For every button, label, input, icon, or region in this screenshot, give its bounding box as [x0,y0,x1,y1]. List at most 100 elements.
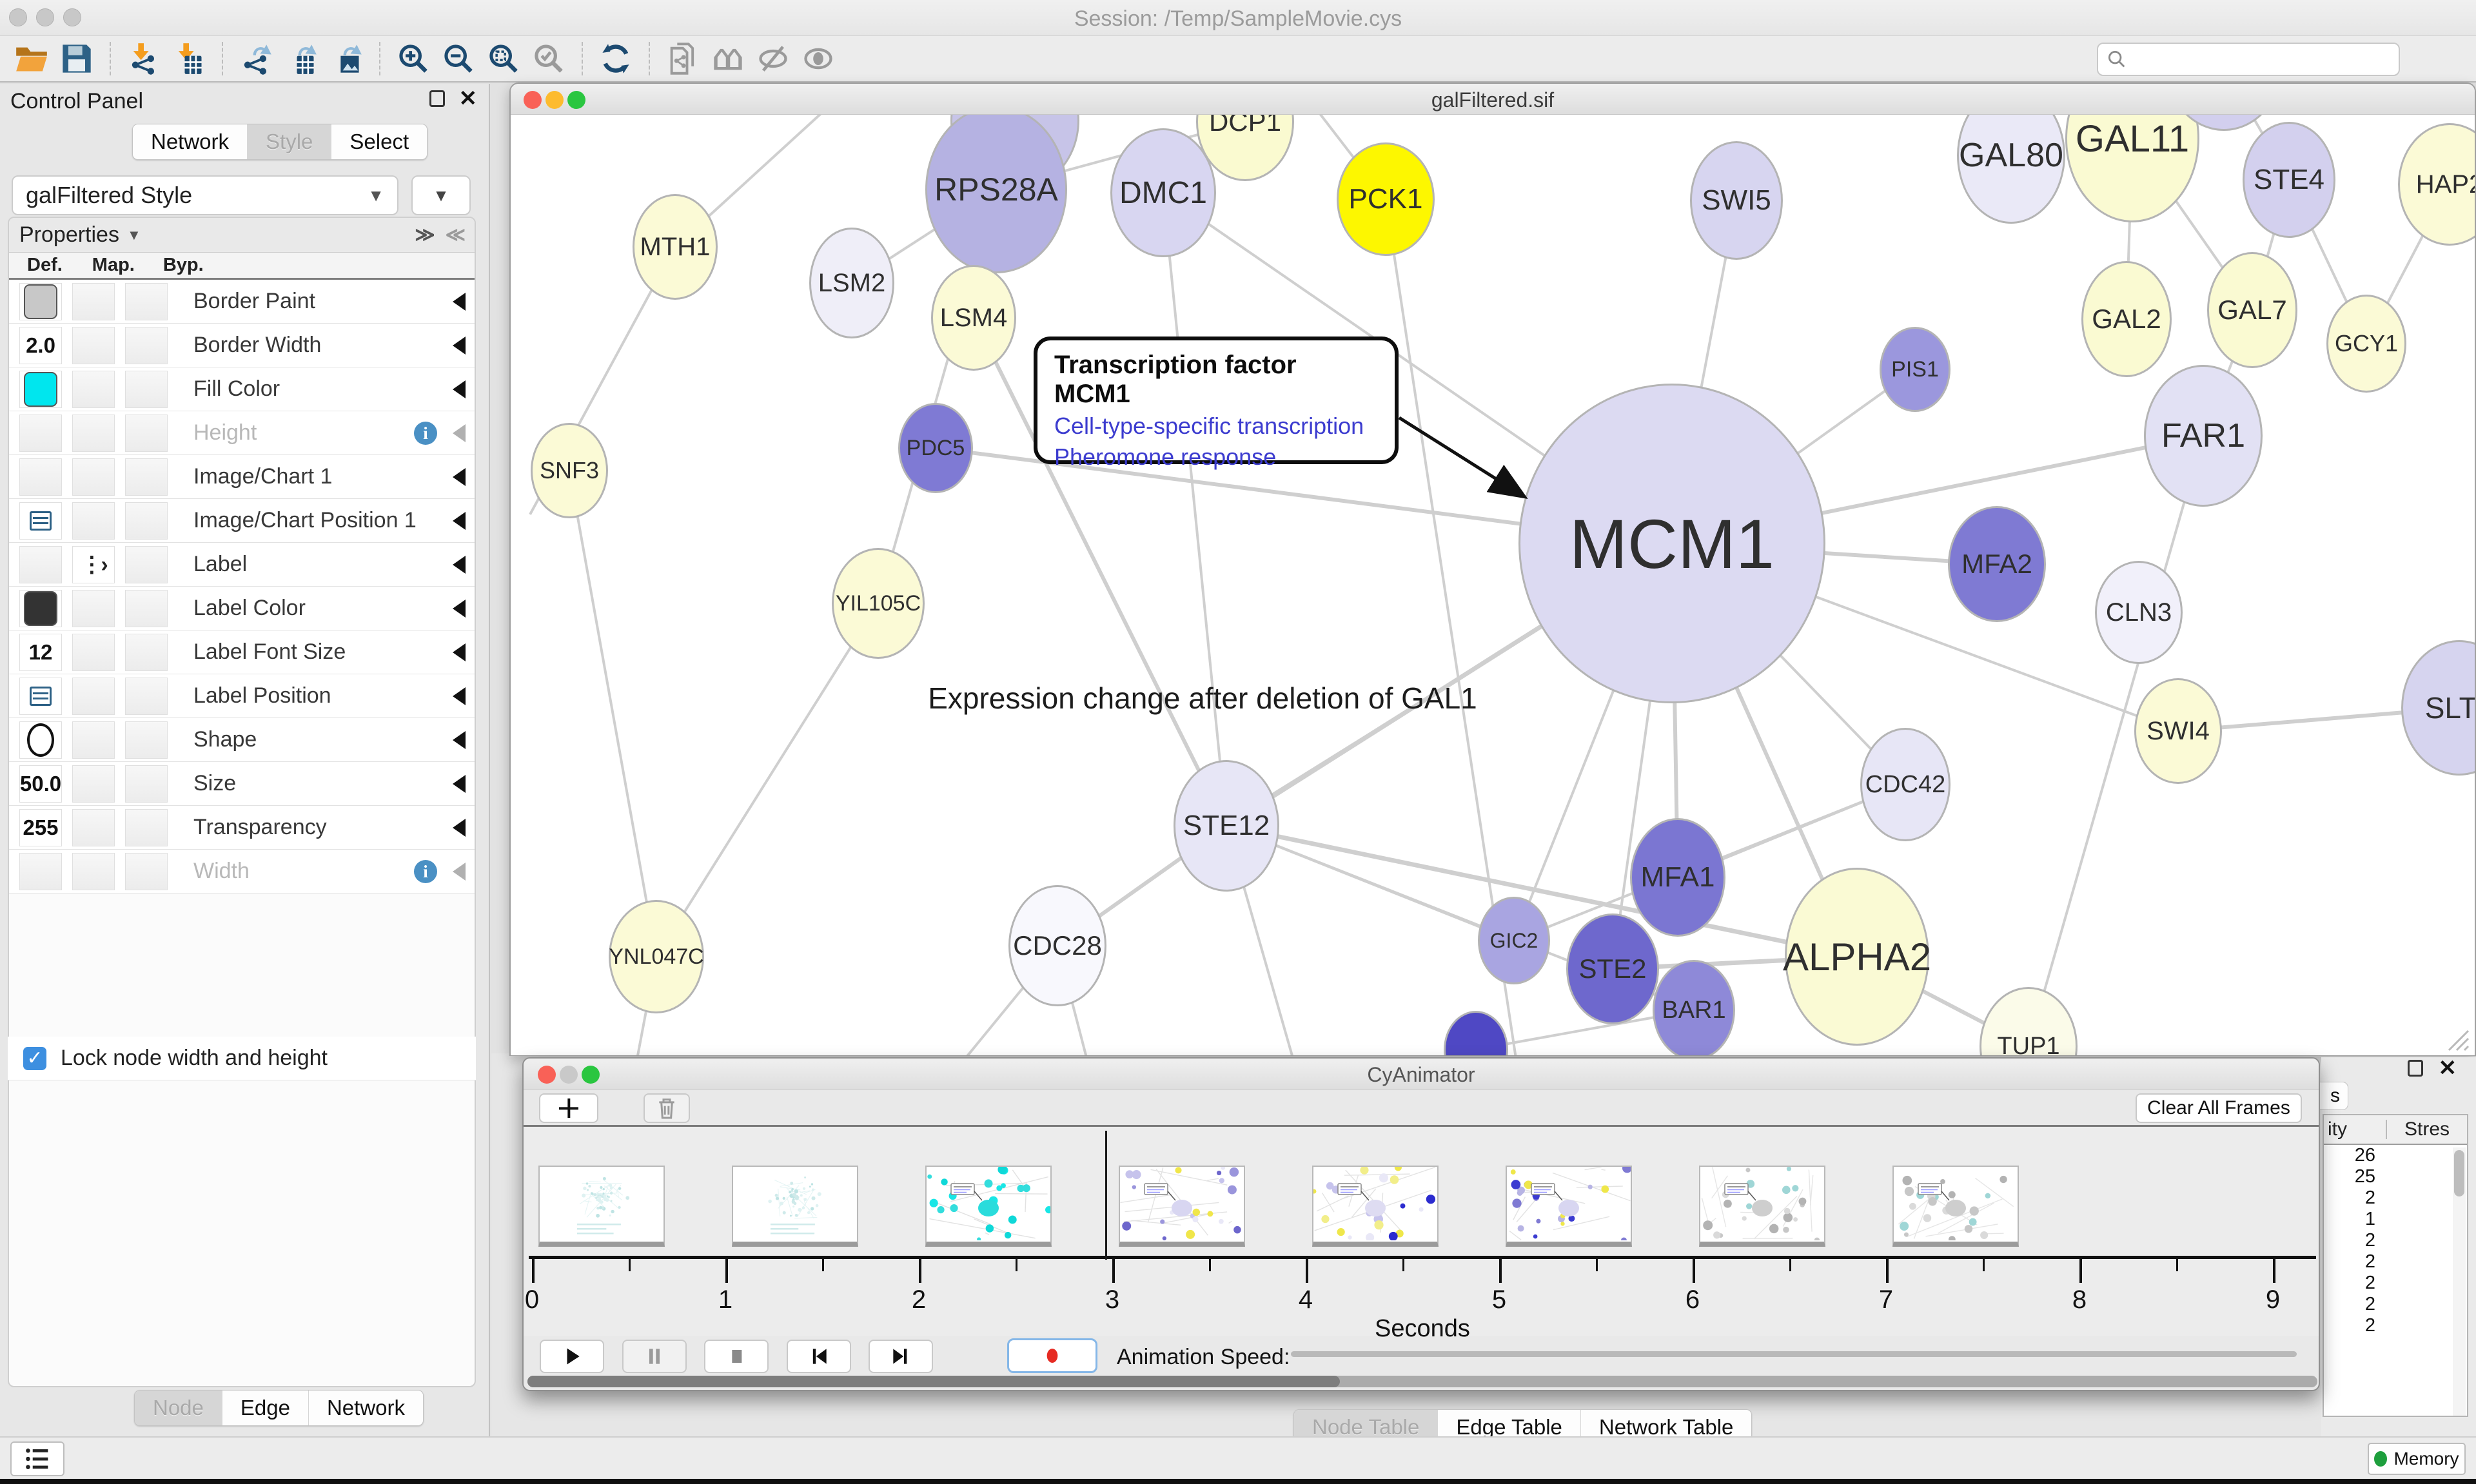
network-node-mth1[interactable]: MTH1 [633,194,718,300]
network-node-mcm1[interactable]: MCM1 [1518,384,1825,703]
bypass-cell[interactable] [125,546,168,583]
search-box[interactable] [2097,43,2400,76]
info-icon[interactable]: i [414,422,437,445]
collapse-arrow-icon[interactable] [453,600,466,618]
default-cell[interactable]: 12 [19,634,62,671]
network-node-ste12[interactable]: STE12 [1174,760,1279,892]
table-cell[interactable]: 2 [2324,1315,2375,1336]
network-node-gal7[interactable]: GAL7 [2207,252,2297,368]
bypass-cell[interactable] [125,458,168,496]
property-row[interactable]: 12Label Font Size [9,630,475,674]
collapse-arrow-icon[interactable] [453,337,466,355]
bypass-cell[interactable] [125,502,168,540]
stop-button[interactable] [704,1340,769,1373]
chevron-down-icon[interactable]: ▼ [127,227,141,244]
collapse-arrow-icon[interactable] [453,643,466,661]
property-row[interactable]: Shape [9,718,475,762]
zoom-fit-button[interactable] [485,40,522,77]
refresh-button[interactable] [597,40,634,77]
record-button[interactable] [1007,1338,1097,1373]
pause-button[interactable] [622,1340,687,1373]
float-table-panel-icon[interactable] [2408,1060,2423,1077]
mapping-cell[interactable] [72,590,115,627]
frame-thumbnail-5[interactable] [1506,1166,1632,1247]
default-cell[interactable]: 255 [19,809,62,846]
property-row[interactable]: Widthi [9,850,475,893]
style-options-button[interactable]: ▼ [411,175,471,215]
network-canvas[interactable]: Expression change after deletion of GAL1… [511,115,2475,1055]
mapping-cell[interactable] [72,765,115,803]
zoom-out-button[interactable] [440,40,477,77]
property-row[interactable]: Image/Chart 1 [9,455,475,499]
show-details-button[interactable] [800,40,837,77]
save-button[interactable] [58,40,95,77]
network-node-mfa2[interactable]: MFA2 [1948,506,2046,622]
annotation-link[interactable]: Pheromone response [1054,444,1378,471]
search-input[interactable] [2134,48,2379,70]
tab-network[interactable]: Network [133,124,247,159]
add-frame-button[interactable] [539,1093,598,1123]
network-node-bar1[interactable]: BAR1 [1653,960,1735,1055]
table-cell[interactable]: 26 [2324,1145,2375,1166]
network-node-ynl047c[interactable]: YNL047C [609,900,704,1013]
import-network-button[interactable] [125,40,162,77]
mapping-cell[interactable] [72,853,115,890]
table-row[interactable]: 1 [2324,1209,2467,1230]
mapping-cell[interactable] [72,809,115,846]
network-edge[interactable] [1163,193,1226,826]
table-row[interactable]: 26 [2324,1145,2467,1166]
property-row[interactable]: ⋮›Label [9,543,475,587]
property-row[interactable]: 2.0Border Width [9,324,475,367]
info-icon[interactable]: i [414,860,437,883]
table-cell[interactable]: 2 [2324,1294,2375,1315]
network-node-lsm2[interactable]: LSM2 [809,228,894,338]
delete-frame-button[interactable] [644,1093,690,1123]
table-row[interactable]: 2 [2324,1315,2467,1336]
network-edge[interactable] [656,603,878,957]
frame-thumbnail-0[interactable] [538,1166,665,1247]
collapse-arrow-icon[interactable] [453,293,466,311]
network-node-yil105c[interactable]: YIL105C [832,548,925,659]
default-cell[interactable]: 50.0 [19,765,62,803]
collapse-arrow-icon[interactable] [453,468,466,486]
cyanimator-titlebar[interactable]: CyAnimator [524,1059,2319,1089]
collapse-arrow-icon[interactable] [453,687,466,705]
mapping-cell[interactable] [72,502,115,540]
zoom-in-button[interactable] [395,40,432,77]
table-cell[interactable]: 2 [2324,1273,2375,1294]
frame-thumbnail-7[interactable] [1892,1166,2019,1247]
network-node-gcy1[interactable]: GCY1 [2326,295,2406,393]
table-cell[interactable]: 25 [2324,1166,2375,1187]
bypass-cell[interactable] [125,327,168,364]
resize-grip-icon[interactable] [2442,1027,2471,1053]
default-cell[interactable] [19,502,62,540]
close-table-panel-icon[interactable]: ✕ [2439,1060,2457,1077]
default-cell[interactable] [19,853,62,890]
table-row[interactable]: 2 [2324,1294,2467,1315]
clear-all-frames-button[interactable]: Clear All Frames [2136,1093,2302,1123]
network-node-gal2[interactable]: GAL2 [2081,261,2172,377]
bypass-cell[interactable] [125,590,168,627]
bypass-cell[interactable] [125,415,168,452]
network-node-ste4[interactable]: STE4 [2243,122,2335,238]
open-button[interactable] [13,40,50,77]
network-edge[interactable] [569,471,656,957]
default-cell[interactable] [19,590,62,627]
column-header[interactable]: Stres [2387,1118,2467,1140]
bypass-cell[interactable] [125,283,168,320]
network-node-cln3[interactable]: CLN3 [2095,561,2183,664]
default-cell[interactable] [19,371,62,408]
property-row[interactable]: Label Color [9,587,475,630]
network-node-far1[interactable]: FAR1 [2144,365,2263,507]
table-cell[interactable]: 1 [2324,1209,2375,1230]
annotation-box[interactable]: Transcription factor MCM1 Cell-type-spec… [1034,337,1399,464]
network-node-swi4[interactable]: SWI4 [2134,678,2222,784]
mapping-cell[interactable] [72,327,115,364]
bypass-cell[interactable] [125,809,168,846]
document-share-button[interactable] [664,40,702,77]
frame-thumbnail-3[interactable] [1119,1166,1245,1247]
default-cell[interactable] [19,721,62,759]
mapping-cell[interactable] [72,678,115,715]
close-panel-icon[interactable]: ✕ [459,90,478,107]
timeline-playhead[interactable] [1105,1131,1107,1260]
